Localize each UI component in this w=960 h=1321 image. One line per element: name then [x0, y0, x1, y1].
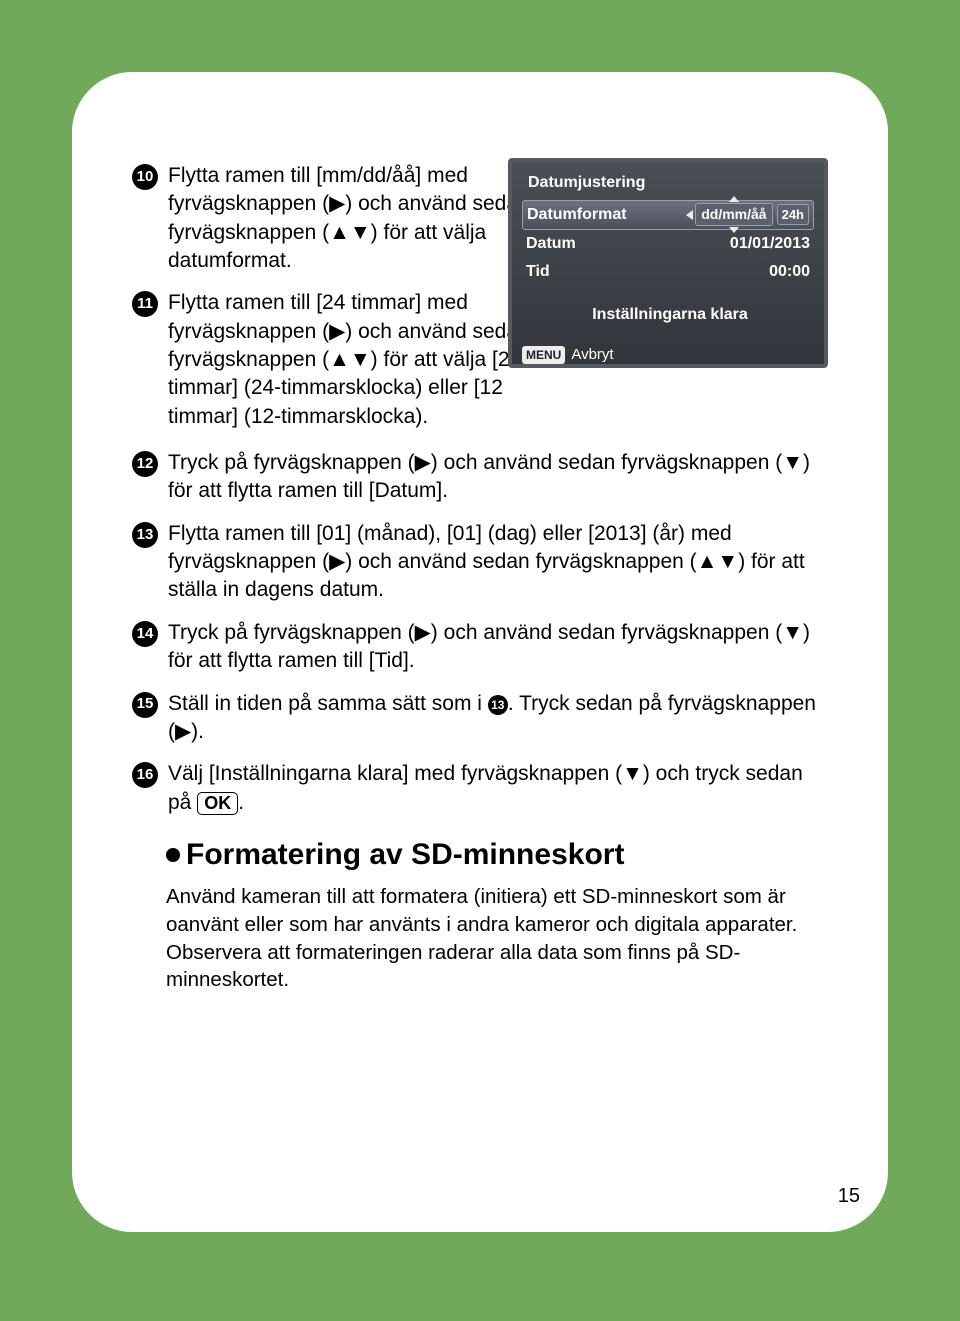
screen-value: dd/mm/åå	[701, 205, 766, 224]
section-title-text: Formatering av SD-minneskort	[186, 838, 624, 871]
page-number: 15	[838, 1183, 860, 1210]
step-11: 11 Flytta ramen till [24 timmar] med fyr…	[132, 289, 532, 431]
screen-footer: MENU Avbryt	[522, 345, 814, 365]
screen-row-time: Tid 00:00	[522, 258, 814, 286]
step-number-badge: 10	[132, 164, 158, 190]
step-15: 15 Ställ in tiden på samma sätt som i 13…	[132, 690, 828, 747]
step-text: Välj [Inställningarna klara] med fyrvägs…	[168, 760, 828, 817]
step-text-pre: Välj [Inställningarna klara] med fyrvägs…	[168, 762, 803, 813]
step-text: Flytta ramen till [24 timmar] med fyrväg…	[168, 289, 532, 431]
step-text: Flytta ramen till [mm/dd/åå] med fyrvägs…	[168, 162, 532, 275]
step-text: Tryck på fyrvägsknappen (▶) och använd s…	[168, 449, 828, 506]
screen-cancel-label: Avbryt	[571, 345, 613, 365]
bullet-icon	[166, 848, 180, 862]
camera-screen: Datumjustering Datumformat dd/mm/åå 24h …	[508, 158, 828, 368]
menu-chip: MENU	[522, 346, 565, 364]
screen-value: 01/01/2013	[730, 233, 810, 255]
step-12: 12 Tryck på fyrvägsknappen (▶) och använ…	[132, 449, 828, 506]
section-body: Använd kameran till att formatera (initi…	[166, 883, 828, 994]
step-number-badge: 16	[132, 762, 158, 788]
screen-label: Datumformat	[527, 204, 627, 226]
step-number-badge: 11	[132, 291, 158, 317]
step-number-badge: 14	[132, 621, 158, 647]
step-14: 14 Tryck på fyrvägsknappen (▶) och använ…	[132, 619, 828, 676]
step-number-badge: 12	[132, 451, 158, 477]
screen-row-format: Datumformat dd/mm/åå 24h	[522, 200, 814, 230]
step-text-post: .	[238, 791, 244, 814]
screen-label: Datum	[526, 233, 576, 255]
step-ref-badge: 13	[488, 695, 508, 715]
step-text: Ställ in tiden på samma sätt som i 13. T…	[168, 690, 828, 747]
up-arrow-icon	[729, 196, 739, 202]
screen-done-row: Inställningarna klara	[526, 304, 814, 326]
step-number-badge: 13	[132, 522, 158, 548]
step-13: 13 Flytta ramen till [01] (månad), [01] …	[132, 520, 828, 605]
step-number-badge: 15	[132, 692, 158, 718]
screen-title: Datumjustering	[528, 172, 814, 194]
section-heading: Formatering av SD-minneskort	[166, 835, 828, 876]
down-arrow-icon	[729, 227, 739, 233]
screen-label: Tid	[526, 261, 550, 283]
manual-page: Datumjustering Datumformat dd/mm/åå 24h …	[72, 72, 888, 1232]
ok-button-glyph: OK	[197, 792, 238, 816]
screen-value: 00:00	[769, 261, 810, 283]
step-16: 16 Välj [Inställningarna klara] med fyrv…	[132, 760, 828, 817]
left-arrow-icon	[686, 210, 693, 220]
clock-mode-badge: 24h	[777, 204, 809, 226]
step-text-pre: Ställ in tiden på samma sätt som i	[168, 692, 488, 715]
step-text: Flytta ramen till [01] (månad), [01] (da…	[168, 520, 828, 605]
step-10: 10 Flytta ramen till [mm/dd/åå] med fyrv…	[132, 162, 532, 275]
screen-row-date: Datum 01/01/2013	[522, 230, 814, 258]
step-text: Tryck på fyrvägsknappen (▶) och använd s…	[168, 619, 828, 676]
